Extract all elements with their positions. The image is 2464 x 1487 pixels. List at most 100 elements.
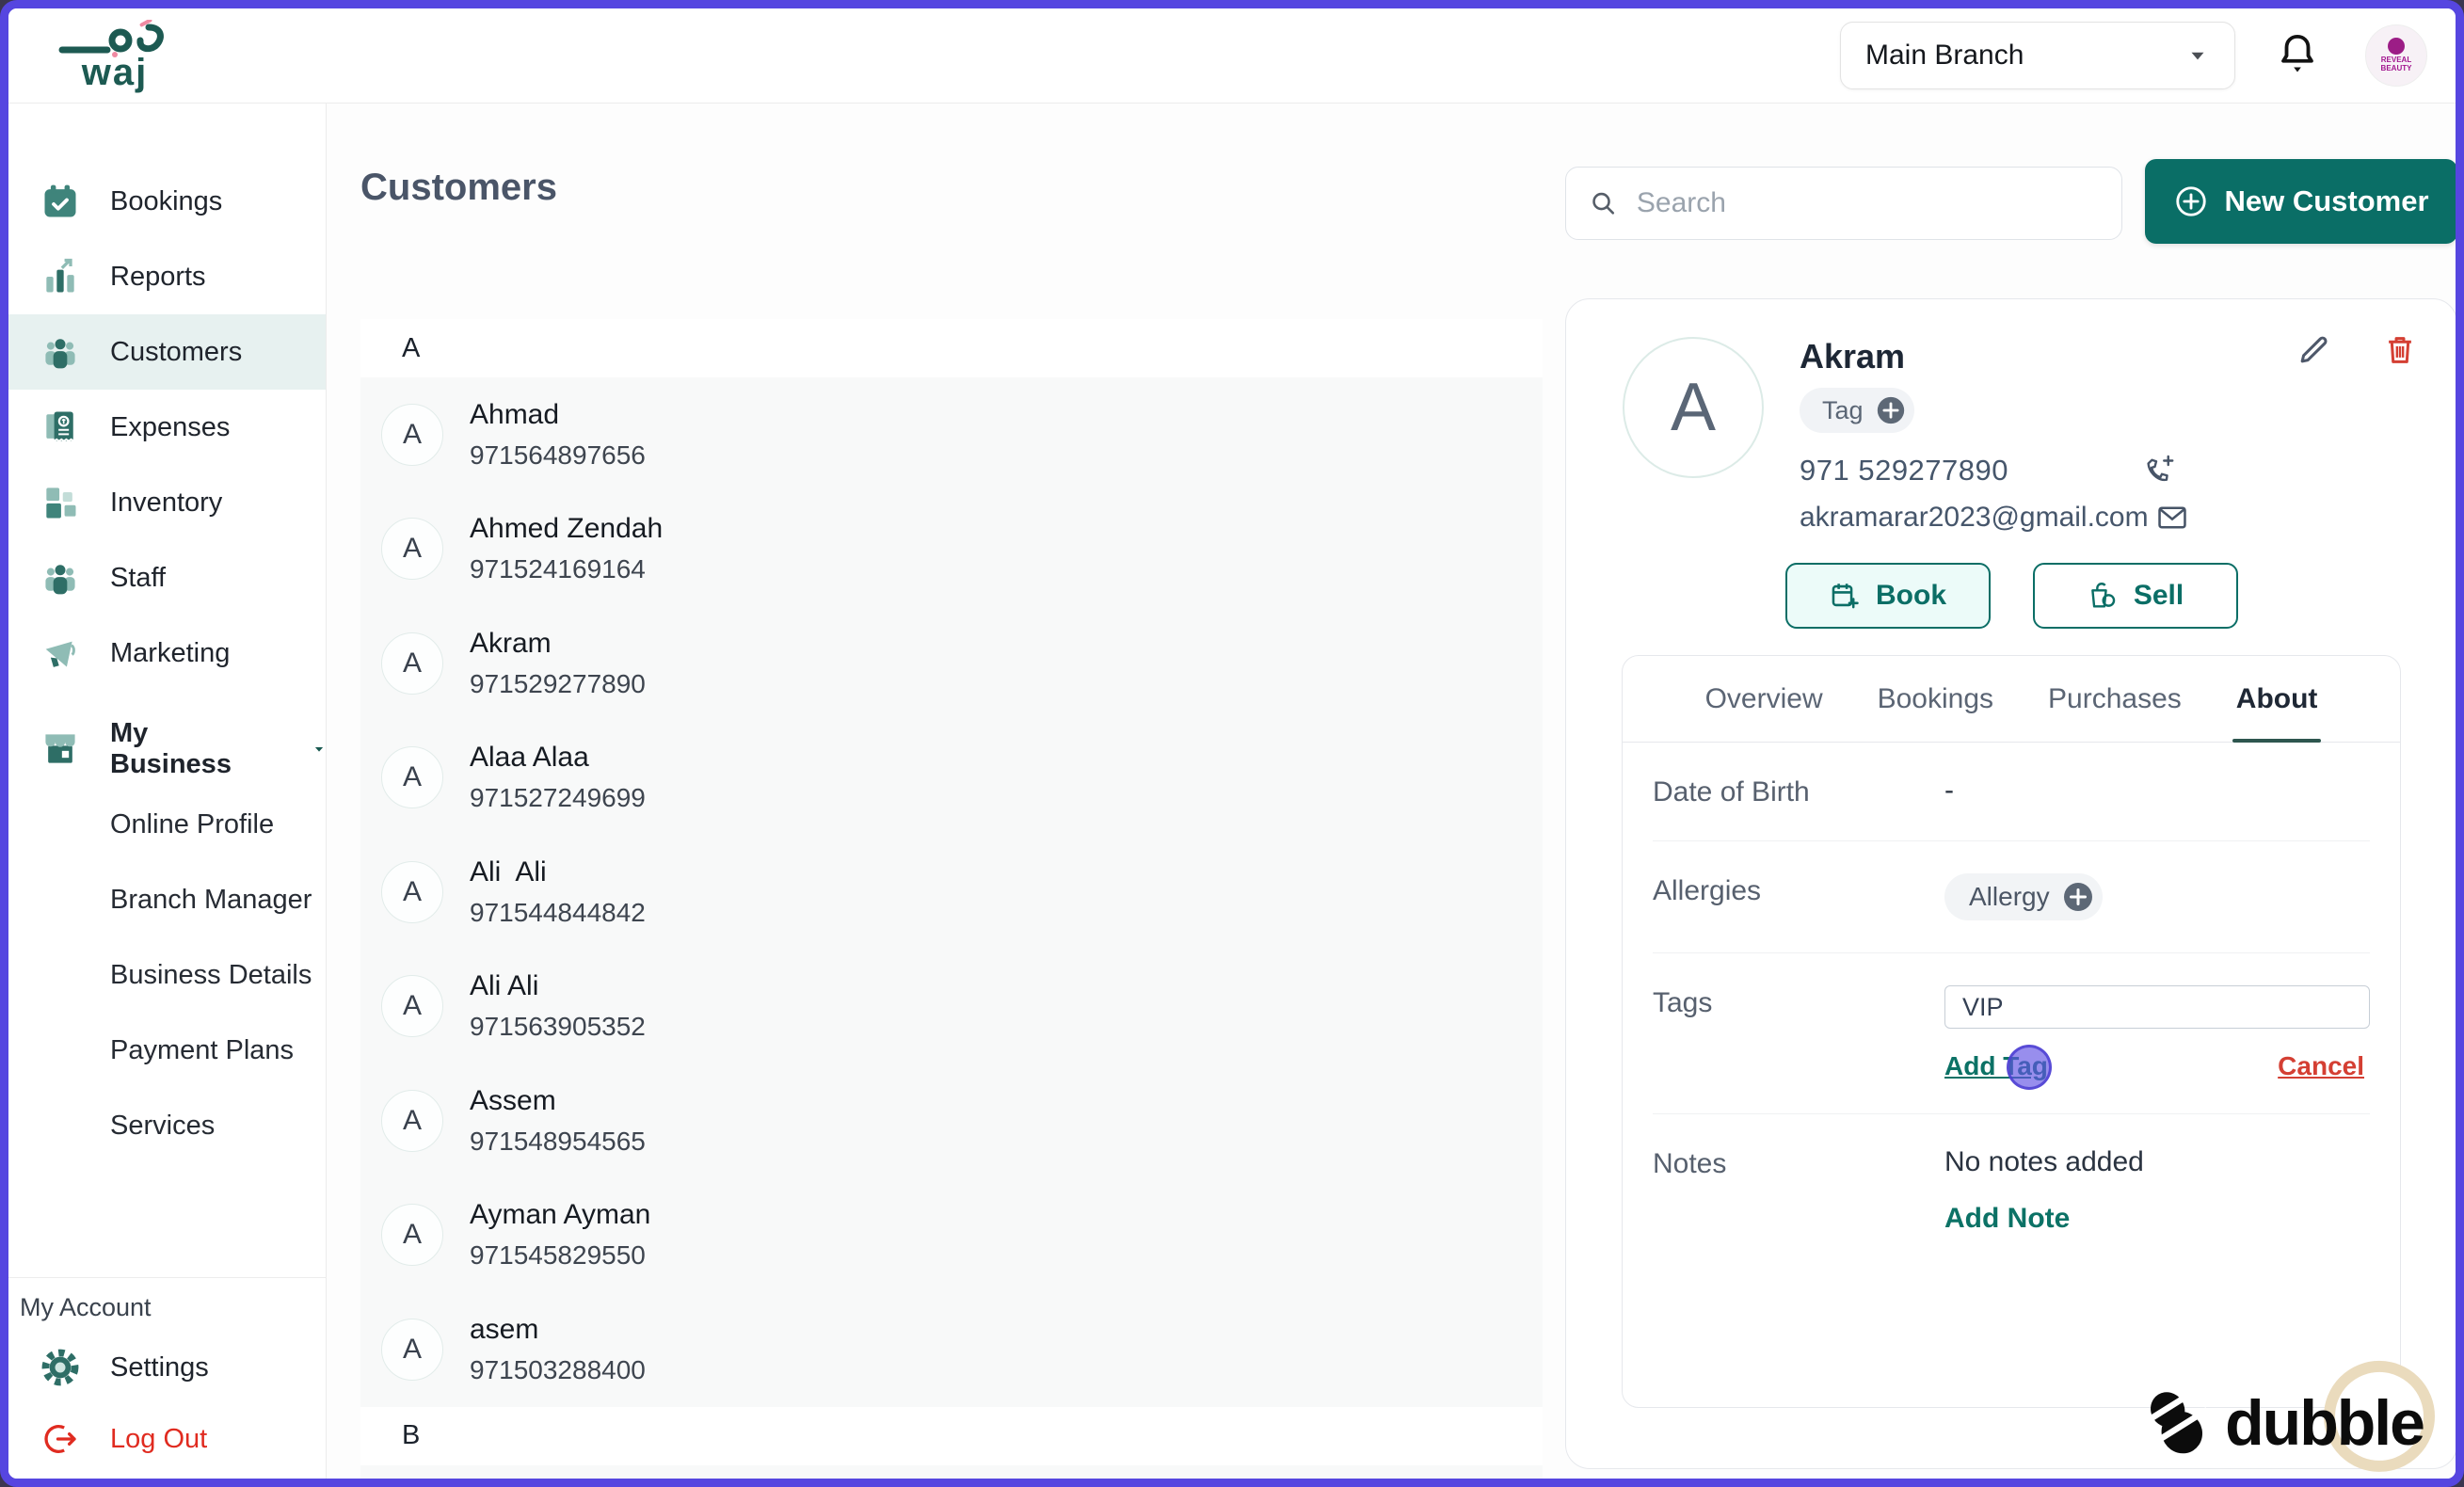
customer-name: Ali Ali	[470, 855, 547, 887]
search-field[interactable]	[1565, 167, 2122, 240]
sidebar-item-expenses[interactable]: Expenses	[8, 390, 326, 465]
customer-email-row: akramarar2023@gmail.com	[1800, 499, 2190, 536]
cursor-indicator	[2007, 1045, 2052, 1090]
customer-avatar: A	[381, 518, 443, 581]
mail-icon[interactable]	[2154, 500, 2190, 536]
gear-icon	[39, 1346, 82, 1389]
list-row-partial	[360, 1464, 1543, 1479]
customer-detail-card: A Akram Tag 971 529277890 akramarar2023@…	[1565, 298, 2456, 1469]
notes-value: No notes added	[1944, 1146, 2144, 1177]
customer-detail-phone: 971 529277890	[1800, 454, 2009, 487]
notes-label: Notes	[1653, 1148, 1727, 1179]
list-actions: New Customer	[1565, 159, 2456, 244]
my-account-label: My Account	[20, 1293, 152, 1321]
sell-button[interactable]: Sell	[2032, 563, 2238, 629]
storefront-icon	[39, 728, 82, 771]
new-customer-label: New Customer	[2224, 184, 2429, 217]
trash-icon	[2389, 337, 2411, 363]
plus-circle-icon	[2063, 883, 2092, 911]
customer-list-item[interactable]: A Ayman Ayman 971545829550	[360, 1177, 1543, 1292]
right-panel: New Customer A	[1565, 159, 2456, 1469]
sidebar-item-bookings[interactable]: Bookings	[8, 164, 326, 239]
plus-circle-icon	[1877, 396, 1904, 424]
branch-selector[interactable]: Main Branch	[1840, 22, 2235, 89]
sidebar-item-business-details[interactable]: Business Details	[8, 937, 326, 1013]
customer-list-item[interactable]: A Akram 971529277890	[360, 606, 1543, 721]
phone-add-icon[interactable]	[2142, 454, 2176, 488]
customer-phone-row: 971 529277890	[1800, 452, 2176, 489]
add-allergy-pill[interactable]: Allergy	[1944, 873, 2103, 920]
avatar-brand-mark	[2388, 38, 2405, 56]
sidebar-item-payment-plans[interactable]: Payment Plans	[8, 1013, 326, 1088]
add-tag-pill[interactable]: Tag	[1800, 388, 1914, 433]
edit-customer-button[interactable]	[2295, 331, 2332, 369]
customer-phone: 971524169164	[470, 554, 646, 584]
customer-list-item[interactable]: A Ahmed Zendah 971524169164	[360, 491, 1543, 606]
section-letter: B	[402, 1420, 421, 1450]
sidebar-item-label: Log Out	[110, 1423, 208, 1454]
tags-label: Tags	[1653, 987, 1713, 1018]
sidebar-subitem-label: Online Profile	[110, 808, 275, 839]
boxes-icon	[39, 481, 82, 524]
customer-name: Ahmed Zendah	[470, 513, 664, 545]
customer-name: Alaa Alaa	[470, 742, 589, 774]
customer-list: A A Ahmad 971564897656 A Ahmed Zendah 97…	[360, 319, 1543, 1479]
people-icon	[39, 330, 82, 374]
people-icon	[39, 556, 82, 600]
allergies-label: Allergies	[1653, 875, 1762, 906]
customer-list-item[interactable]: A Assem 971548954565	[360, 1063, 1543, 1178]
sidebar-group-my-business[interactable]: My Business	[8, 712, 326, 787]
tab-overview[interactable]: Overview	[1705, 656, 1823, 742]
account-avatar[interactable]: REVEAL BEAUTY	[2365, 24, 2427, 87]
sidebar-item-settings[interactable]: Settings	[8, 1332, 326, 1403]
sidebar-item-online-profile[interactable]: Online Profile	[8, 787, 326, 862]
customer-avatar: A	[381, 1204, 443, 1267]
new-customer-button[interactable]: New Customer	[2145, 159, 2456, 244]
sidebar-item-label: Staff	[110, 562, 167, 593]
tag-input[interactable]	[1944, 985, 2370, 1029]
sidebar-account-section: My Account Settings Log Out	[8, 1277, 326, 1479]
tab-bookings[interactable]: Bookings	[1878, 656, 1993, 742]
sidebar-item-logout[interactable]: Log Out	[8, 1403, 326, 1475]
customer-avatar: A	[381, 1318, 443, 1381]
customer-tabs-card: Overview Bookings Purchases About Date o…	[1622, 655, 2401, 1408]
add-note-link[interactable]: Add Note	[1944, 1203, 2370, 1235]
sidebar-item-marketing[interactable]: Marketing	[8, 616, 326, 691]
customer-phone: 971527249699	[470, 783, 646, 813]
customer-name: Ali Ali	[470, 970, 539, 1002]
list-section-header: A	[360, 319, 1543, 377]
sidebar-item-label: Expenses	[110, 411, 231, 442]
tab-about[interactable]: About	[2232, 656, 2322, 743]
search-input[interactable]	[1634, 186, 2099, 220]
tags-row: Tags Add Tag Cancel	[1653, 953, 2370, 1114]
customer-phone: 971544844842	[470, 897, 646, 927]
customer-phone: 971563905352	[470, 1012, 646, 1042]
book-button[interactable]: Book	[1784, 563, 1991, 629]
dob-row: Date of Birth -	[1653, 743, 2370, 841]
sidebar-item-inventory[interactable]: Inventory	[8, 465, 326, 540]
sidebar-item-branch-manager[interactable]: Branch Manager	[8, 862, 326, 937]
customer-list-item[interactable]: A asem 971503288400	[360, 1292, 1543, 1407]
customer-list-item[interactable]: A Ali Ali 971563905352	[360, 949, 1543, 1063]
customer-name: Ayman Ayman	[470, 1199, 651, 1231]
sidebar-item-services[interactable]: Services	[8, 1088, 326, 1163]
cancel-tag-link[interactable]: Cancel	[2278, 1051, 2364, 1081]
customer-list-item[interactable]: A Ali Ali 971544844842	[360, 835, 1543, 950]
sidebar-item-reports[interactable]: Reports	[8, 239, 326, 314]
customer-name: Assem	[470, 1084, 556, 1116]
customer-avatar: A	[381, 403, 443, 466]
add-tag-link[interactable]: Add Tag	[1944, 1045, 2052, 1090]
customer-phone: 971529277890	[470, 668, 646, 698]
customer-phone: 971548954565	[470, 1126, 646, 1156]
notifications-bell-button[interactable]	[2273, 29, 2322, 82]
customer-list-item[interactable]: A Ahmad 971564897656	[360, 377, 1543, 492]
sidebar-item-staff[interactable]: Staff	[8, 540, 326, 616]
delete-customer-button[interactable]	[2381, 331, 2419, 369]
customer-name: asem	[470, 1313, 539, 1345]
customer-avatar: A	[381, 1089, 443, 1152]
tab-purchases[interactable]: Purchases	[2048, 656, 2182, 742]
customer-list-item[interactable]: A Alaa Alaa 971527249699	[360, 720, 1543, 835]
sidebar-group-label: My Business	[110, 718, 232, 779]
sidebar-item-customers[interactable]: Customers	[8, 314, 326, 390]
calendar-plus-icon	[1832, 584, 1859, 609]
